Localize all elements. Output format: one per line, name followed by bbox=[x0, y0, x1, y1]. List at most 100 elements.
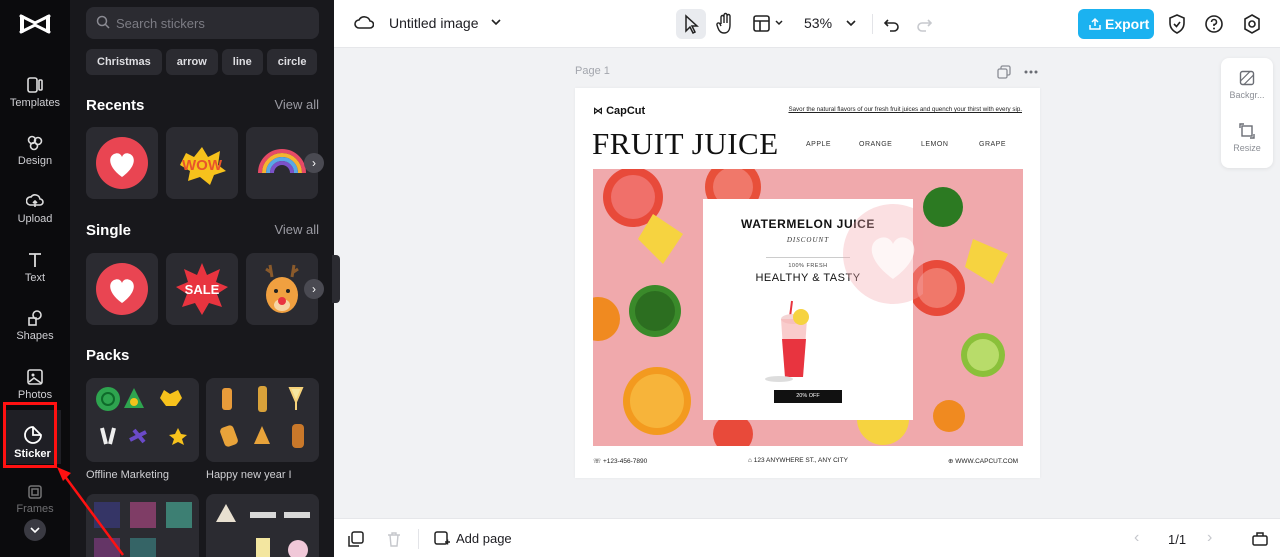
sidebar-item-label: Upload bbox=[17, 213, 53, 225]
capcut-logo-icon: ⋈ bbox=[593, 106, 603, 117]
page-manager-icon[interactable] bbox=[348, 531, 364, 547]
search-input[interactable] bbox=[116, 7, 311, 39]
recents-title: Recents bbox=[86, 97, 145, 114]
promo-card[interactable]: WATERMELON JUICE DISCOUNT 100% FRESH HEA… bbox=[703, 199, 923, 420]
single-next-button[interactable]: › bbox=[304, 279, 324, 299]
chip-arrow[interactable]: arrow bbox=[165, 49, 218, 75]
export-button[interactable]: Export bbox=[1078, 9, 1154, 39]
chevron-down-icon[interactable] bbox=[845, 17, 857, 29]
zoom-level[interactable]: 53% bbox=[804, 15, 832, 31]
cursor-icon bbox=[685, 14, 699, 35]
juice-glass-image bbox=[765, 300, 809, 382]
design-page[interactable]: ⋈ CapCut Savor the natural flavors of ou… bbox=[575, 88, 1040, 478]
sticker-heart[interactable] bbox=[86, 127, 158, 199]
add-page-button[interactable]: Add page bbox=[434, 531, 512, 546]
side-tool-label: Resize bbox=[1233, 143, 1261, 153]
sidebar-item-design[interactable]: Design bbox=[0, 134, 70, 190]
shapes-icon bbox=[28, 310, 42, 326]
sidebar-item-label: Design bbox=[17, 155, 53, 167]
nav-grape[interactable]: GRAPE bbox=[979, 141, 1006, 148]
single-title: Single bbox=[86, 222, 132, 239]
briefcase-icon[interactable] bbox=[1252, 531, 1268, 547]
templates-icon bbox=[27, 77, 43, 93]
sale-sticker-icon: SALE bbox=[176, 263, 228, 315]
trash-icon[interactable] bbox=[386, 531, 402, 547]
nav-orange[interactable]: ORANGE bbox=[859, 141, 892, 148]
sticker-heart-single[interactable] bbox=[86, 253, 158, 325]
footer-phone[interactable]: ☏ +123-456-7890 bbox=[593, 457, 647, 465]
panel-collapse-handle[interactable] bbox=[332, 255, 340, 303]
bottom-divider bbox=[418, 529, 419, 549]
recents-view-all-link[interactable]: View all bbox=[274, 97, 319, 112]
tagline-text[interactable]: Savor the natural flavors of our fresh f… bbox=[788, 106, 1022, 113]
address-text: 123 ANYWHERE ST., ANY CITY bbox=[753, 457, 848, 464]
gear-icon[interactable] bbox=[1242, 12, 1262, 36]
location-icon: ⌂ bbox=[748, 457, 752, 464]
hand-icon[interactable] bbox=[714, 12, 736, 36]
discount-badge[interactable]: 20% OFF bbox=[774, 390, 842, 403]
recents-next-button[interactable]: › bbox=[304, 153, 324, 173]
brand-name: CapCut bbox=[606, 105, 646, 117]
undo-icon[interactable] bbox=[882, 12, 902, 36]
chip-christmas[interactable]: Christmas bbox=[86, 49, 162, 75]
prev-page-button[interactable]: ‹ bbox=[1134, 529, 1139, 547]
toolbar-divider bbox=[872, 14, 873, 34]
single-view-all-link[interactable]: View all bbox=[274, 222, 319, 237]
nav-apple[interactable]: APPLE bbox=[806, 141, 831, 148]
chip-circle[interactable]: circle bbox=[266, 49, 318, 75]
cloud-sync-icon[interactable] bbox=[354, 12, 374, 34]
chip-line[interactable]: line bbox=[221, 49, 263, 75]
sticker-wow[interactable]: WOW bbox=[166, 127, 238, 199]
nav-lemon[interactable]: LEMON bbox=[921, 141, 948, 148]
wow-sticker-text: WOW bbox=[182, 157, 223, 174]
pack-party[interactable] bbox=[206, 494, 319, 557]
background-tool-button[interactable]: Backgr... bbox=[1221, 70, 1273, 100]
duplicate-page-icon[interactable] bbox=[997, 65, 1011, 79]
background-icon bbox=[1239, 70, 1255, 86]
chevron-down-icon[interactable] bbox=[490, 16, 502, 28]
chevron-right-icon: › bbox=[312, 156, 316, 170]
document-title[interactable]: Untitled image bbox=[389, 15, 479, 31]
search-box[interactable] bbox=[86, 7, 319, 39]
pack-preview-icon bbox=[216, 504, 310, 557]
pack-happy-new-year[interactable] bbox=[206, 378, 319, 462]
sidebar-item-label: Shapes bbox=[16, 330, 54, 342]
chevron-down-icon bbox=[30, 527, 40, 534]
single-row: SALE bbox=[86, 253, 334, 325]
upload-icon bbox=[1089, 17, 1101, 30]
sidebar-item-label: Templates bbox=[9, 97, 61, 109]
heart-overlay-sticker[interactable] bbox=[838, 199, 923, 309]
chevron-right-icon: › bbox=[312, 282, 316, 296]
redo-icon[interactable] bbox=[914, 12, 934, 36]
select-tool-button[interactable] bbox=[676, 9, 706, 39]
photo-icon bbox=[27, 369, 43, 385]
footer-website[interactable]: ⊕ WWW.CAPCUT.COM bbox=[948, 457, 1018, 465]
shield-check-icon[interactable] bbox=[1167, 12, 1187, 36]
layout-icon[interactable] bbox=[752, 12, 772, 36]
pack-offline-marketing[interactable] bbox=[86, 378, 199, 462]
resize-tool-button[interactable]: Resize bbox=[1221, 123, 1273, 153]
more-button[interactable] bbox=[24, 519, 46, 541]
chevron-down-icon[interactable] bbox=[774, 18, 784, 28]
reindeer-sticker-icon bbox=[265, 264, 299, 313]
next-page-button[interactable]: › bbox=[1207, 529, 1212, 547]
help-icon[interactable] bbox=[1204, 12, 1224, 36]
footer-address[interactable]: ⌂ 123 ANYWHERE ST., ANY CITY bbox=[748, 457, 848, 464]
wow-sticker-icon: WOW bbox=[180, 147, 226, 185]
text-icon bbox=[29, 253, 41, 267]
sticker-sale[interactable]: SALE bbox=[166, 253, 238, 325]
sidebar-item-text[interactable]: Text bbox=[0, 251, 70, 307]
more-options-icon[interactable] bbox=[1023, 69, 1039, 75]
fruit-photo[interactable]: WATERMELON JUICE DISCOUNT 100% FRESH HEA… bbox=[593, 169, 1023, 446]
heart-sticker-icon bbox=[96, 137, 148, 189]
sale-sticker-text: SALE bbox=[185, 282, 220, 297]
sidebar-item-shapes[interactable]: Shapes bbox=[0, 309, 70, 365]
highlight-annotation bbox=[3, 402, 57, 468]
search-icon bbox=[96, 15, 110, 29]
pack-label: Happy new year I bbox=[206, 469, 292, 481]
resize-icon bbox=[1239, 123, 1255, 139]
sidebar-item-upload[interactable]: Upload bbox=[0, 192, 70, 248]
headline-text[interactable]: FRUIT JUICE bbox=[592, 126, 779, 162]
sidebar-item-templates[interactable]: Templates bbox=[0, 76, 70, 132]
capcut-logo-icon[interactable] bbox=[18, 10, 52, 38]
